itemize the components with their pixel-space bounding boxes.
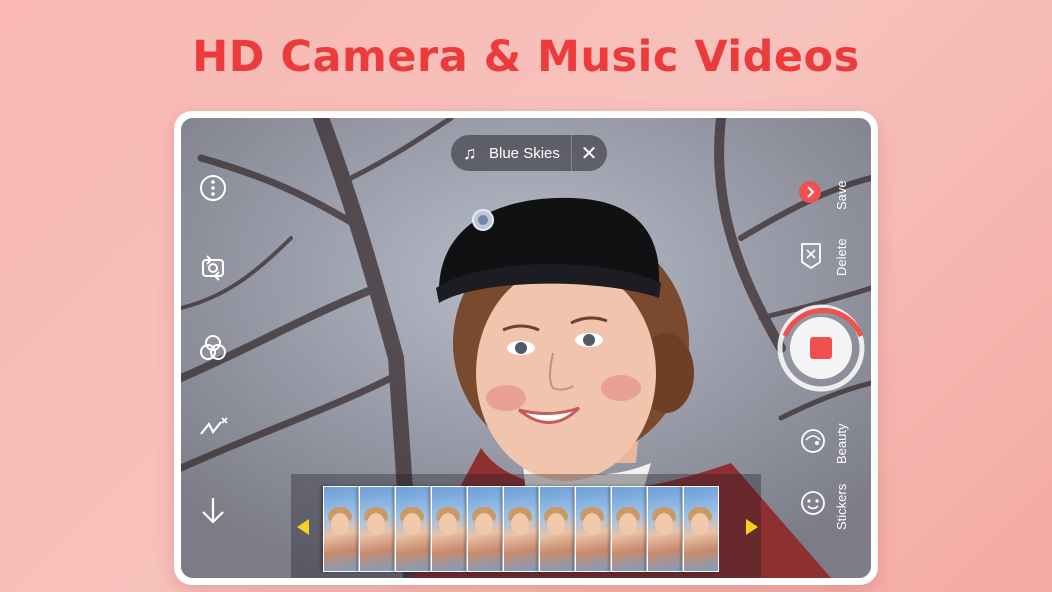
music-selector[interactable]: ♫ Blue Skies ✕ — [451, 135, 607, 171]
filmstrip-left-arrow[interactable] — [297, 519, 309, 535]
switch-camera-icon[interactable] — [199, 254, 227, 282]
delete-button[interactable] — [800, 242, 822, 270]
beauty-icon[interactable] — [800, 428, 826, 454]
filmstrip-frame[interactable] — [575, 486, 611, 572]
filmstrip-frame[interactable] — [395, 486, 431, 572]
filmstrip-frame[interactable] — [539, 486, 575, 572]
song-title: Blue Skies — [489, 144, 560, 162]
filmstrip-frame[interactable] — [611, 486, 647, 572]
filmstrip-frame[interactable] — [323, 486, 359, 572]
more-icon[interactable] — [199, 174, 227, 202]
beauty-label: Beauty — [834, 423, 849, 464]
filters-icon[interactable] — [199, 334, 227, 362]
filmstrip-frame[interactable] — [467, 486, 503, 572]
delete-label: Delete — [834, 238, 849, 276]
filmstrip-frame[interactable] — [431, 486, 467, 572]
camera-preview: ♫ Blue Skies ✕ Save Delete Beauty Sticke… — [181, 118, 871, 578]
stickers-label: Stickers — [834, 483, 849, 530]
filmstrip-frame[interactable] — [647, 486, 683, 572]
filmstrip-frame[interactable] — [359, 486, 395, 572]
save-button[interactable] — [798, 180, 822, 204]
record-button[interactable] — [777, 304, 865, 392]
filmstrip-frame[interactable] — [503, 486, 539, 572]
filmstrip-frame[interactable] — [683, 486, 719, 572]
headline: HD Camera & Music Videos — [192, 32, 860, 82]
filmstrip-right-arrow[interactable] — [746, 519, 758, 535]
filmstrip[interactable] — [291, 474, 761, 578]
close-icon[interactable]: ✕ — [572, 141, 606, 166]
device-frame: ♫ Blue Skies ✕ Save Delete Beauty Sticke… — [174, 111, 878, 585]
save-label: Save — [834, 180, 849, 210]
stickers-icon[interactable] — [800, 490, 826, 516]
music-note-icon: ♫ — [463, 142, 477, 163]
download-icon[interactable] — [199, 496, 227, 526]
flash-off-icon[interactable] — [199, 414, 229, 442]
